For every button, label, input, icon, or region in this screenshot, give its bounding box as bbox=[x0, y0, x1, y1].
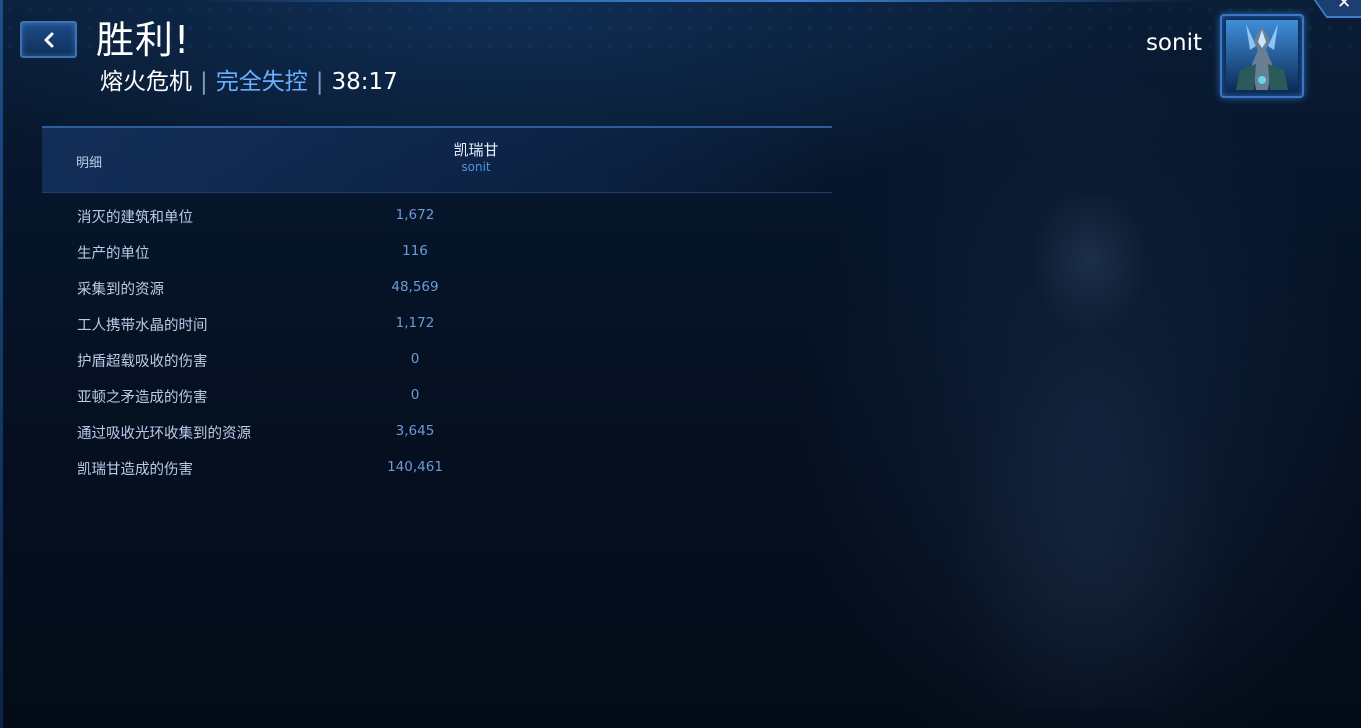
table-row: 消灭的建筑和单位 1,672 bbox=[0, 198, 800, 234]
table-row: 工人携带水晶的时间 1,172 bbox=[0, 306, 800, 342]
stat-label: 凯瑞甘造成的伤害 bbox=[77, 462, 193, 478]
stat-value: 3,645 bbox=[395, 423, 435, 439]
stat-value: 48,569 bbox=[391, 279, 439, 295]
table-row: 采集到的资源 48,569 bbox=[0, 270, 800, 306]
commander-silhouette bbox=[900, 170, 1280, 710]
commander-player-name: sonit bbox=[461, 160, 491, 174]
page-title: 胜利! bbox=[96, 18, 191, 62]
table-row: 凯瑞甘造成的伤害 140,461 bbox=[0, 450, 800, 486]
stat-label: 通过吸收光环收集到的资源 bbox=[77, 426, 251, 442]
stat-value: 1,172 bbox=[395, 315, 435, 331]
close-icon[interactable]: ✕ bbox=[1337, 0, 1351, 12]
commander-name: 凯瑞甘 bbox=[453, 141, 499, 159]
stat-value: 0 bbox=[410, 351, 420, 367]
stats-table: 消灭的建筑和单位 1,672 生产的单位 116 采集到的资源 48,569 工… bbox=[0, 198, 800, 486]
stat-label: 生产的单位 bbox=[77, 246, 150, 262]
stat-value: 0 bbox=[410, 387, 420, 403]
stat-label: 工人携带水晶的时间 bbox=[77, 318, 208, 334]
detail-column-label: 明细 bbox=[76, 156, 103, 171]
stat-label: 亚顿之矛造成的伤害 bbox=[77, 390, 208, 406]
stats-table-header: 明细 凯瑞甘 sonit bbox=[42, 126, 832, 193]
stat-label: 消灭的建筑和单位 bbox=[77, 210, 193, 226]
artanis-portrait-icon bbox=[1226, 20, 1298, 92]
stat-value: 1,672 bbox=[395, 207, 435, 223]
stat-value: 140,461 bbox=[387, 459, 443, 475]
chevron-left-icon bbox=[44, 32, 54, 48]
stat-value: 116 bbox=[402, 243, 428, 259]
table-row: 通过吸收光环收集到的资源 3,645 bbox=[0, 414, 800, 450]
table-row: 生产的单位 116 bbox=[0, 234, 800, 270]
table-row: 亚顿之矛造成的伤害 0 bbox=[0, 378, 800, 414]
player-portrait[interactable] bbox=[1220, 14, 1304, 98]
mission-info: 熔火危机 | 完全失控 | 38:17 bbox=[100, 66, 398, 98]
map-name: 熔火危机 bbox=[100, 69, 192, 95]
stat-label: 采集到的资源 bbox=[77, 282, 164, 298]
top-glow-line bbox=[200, 0, 1200, 2]
back-button[interactable] bbox=[20, 21, 77, 58]
separator: | bbox=[315, 69, 324, 95]
player-name: sonit bbox=[1145, 30, 1202, 56]
separator: | bbox=[200, 69, 208, 95]
table-row: 护盾超载吸收的伤害 0 bbox=[0, 342, 800, 378]
difficulty-label: 完全失控 bbox=[215, 69, 308, 95]
stat-label: 护盾超载吸收的伤害 bbox=[77, 354, 208, 370]
mission-duration: 38:17 bbox=[331, 69, 398, 95]
